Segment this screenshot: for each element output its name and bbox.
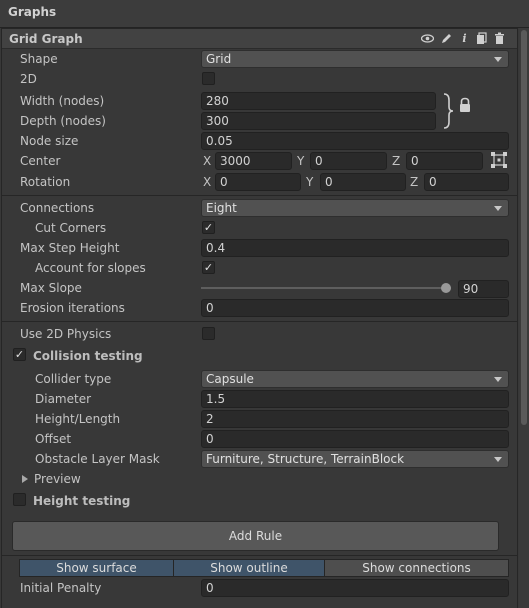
- link-brace-icon: [441, 92, 457, 130]
- two-d-label: 2D: [20, 72, 37, 86]
- center-y-axis-label: Y: [297, 154, 305, 168]
- center-x-axis-label: X: [203, 154, 212, 168]
- max-slope-label: Max Slope: [20, 281, 82, 295]
- show-connections-toggle[interactable]: Show connections: [324, 559, 509, 577]
- connections-label: Connections: [20, 201, 95, 215]
- divider: [2, 555, 517, 556]
- obstacle-mask-label: Obstacle Layer Mask: [35, 452, 160, 466]
- obstacle-mask-value: Furniture, Structure, TerrainBlock: [206, 452, 405, 466]
- collider-type-value: Capsule: [206, 372, 254, 386]
- obstacle-mask-dropdown[interactable]: Furniture, Structure, TerrainBlock: [201, 450, 509, 468]
- max-slope-field[interactable]: 90: [458, 280, 509, 298]
- max-step-height-field[interactable]: 0.4: [201, 239, 509, 257]
- copy-icon[interactable]: [475, 32, 488, 45]
- width-field[interactable]: 280: [201, 92, 436, 110]
- max-slope-slider-knob[interactable]: [441, 283, 451, 293]
- rotation-z-field[interactable]: 0: [424, 173, 509, 191]
- grid-graph-title: Grid Graph: [9, 32, 83, 46]
- add-rule-button[interactable]: Add Rule: [12, 521, 499, 551]
- trash-icon[interactable]: [493, 32, 506, 45]
- node-size-label: Node size: [20, 134, 79, 148]
- node-size-field[interactable]: 0.05: [201, 132, 509, 150]
- initial-penalty-label: Initial Penalty: [20, 581, 102, 595]
- cut-corners-checkbox[interactable]: ✓: [202, 221, 215, 234]
- divider: [2, 195, 517, 196]
- collision-testing-checkbox[interactable]: ✓: [13, 348, 26, 361]
- chevron-down-icon: [494, 457, 502, 462]
- diameter-field[interactable]: 1.5: [201, 390, 509, 408]
- shape-label: Shape: [20, 52, 58, 66]
- show-outline-toggle[interactable]: Show outline: [173, 559, 325, 577]
- center-x-field[interactable]: 3000: [215, 152, 292, 170]
- diameter-label: Diameter: [35, 392, 92, 406]
- rotation-x-field[interactable]: 0: [215, 173, 301, 191]
- height-length-label: Height/Length: [35, 412, 121, 426]
- two-d-checkbox[interactable]: [202, 72, 215, 85]
- rotation-y-axis-label: Y: [306, 175, 314, 189]
- height-length-field[interactable]: 2: [201, 410, 509, 428]
- chevron-down-icon: [494, 57, 502, 62]
- eye-icon[interactable]: [420, 32, 435, 45]
- graphs-title: Graphs: [8, 5, 57, 19]
- erosion-label: Erosion iterations: [20, 301, 125, 315]
- preview-foldout[interactable]: Preview: [34, 470, 81, 488]
- account-slopes-label: Account for slopes: [35, 261, 146, 275]
- collider-type-dropdown[interactable]: Capsule: [201, 370, 509, 388]
- offset-label: Offset: [35, 432, 72, 446]
- rotation-y-field[interactable]: 0: [320, 173, 406, 191]
- collider-type-label: Collider type: [35, 372, 112, 386]
- center-z-field[interactable]: 0: [406, 152, 483, 170]
- use-2d-physics-checkbox[interactable]: [202, 327, 215, 340]
- scrollbar-thumb[interactable]: [521, 30, 527, 425]
- show-surface-toggle[interactable]: Show surface: [19, 559, 174, 577]
- center-label: Center: [20, 154, 61, 168]
- rotation-x-axis-label: X: [203, 175, 212, 189]
- account-slopes-checkbox[interactable]: ✓: [202, 261, 215, 274]
- height-testing-label: Height testing: [33, 494, 131, 508]
- depth-label: Depth (nodes): [20, 114, 106, 128]
- depth-field[interactable]: 300: [201, 112, 436, 130]
- rotation-label: Rotation: [20, 175, 71, 189]
- collision-testing-label: Collision testing: [33, 349, 143, 363]
- connections-dropdown[interactable]: Eight: [201, 199, 509, 217]
- max-slope-slider-track[interactable]: [201, 287, 451, 289]
- initial-penalty-field[interactable]: 0: [201, 579, 509, 597]
- snap-icon[interactable]: [490, 151, 508, 169]
- pencil-icon[interactable]: [440, 32, 453, 45]
- max-step-height-label: Max Step Height: [20, 241, 120, 255]
- height-testing-checkbox[interactable]: [13, 493, 26, 506]
- divider: [2, 321, 517, 322]
- chevron-down-icon: [494, 377, 502, 382]
- chevron-down-icon: [494, 206, 502, 211]
- center-z-axis-label: Z: [392, 154, 401, 168]
- rotation-z-axis-label: Z: [410, 175, 419, 189]
- offset-field[interactable]: 0: [201, 430, 509, 448]
- width-label: Width (nodes): [20, 94, 105, 108]
- shape-value: Grid: [206, 52, 232, 66]
- graphs-header: [0, 0, 529, 28]
- connections-value: Eight: [206, 201, 237, 215]
- shape-dropdown[interactable]: Grid: [201, 50, 509, 68]
- erosion-field[interactable]: 0: [201, 299, 509, 317]
- info-icon[interactable]: i: [458, 32, 471, 45]
- cut-corners-label: Cut Corners: [35, 221, 107, 235]
- chevron-right-icon[interactable]: [22, 475, 28, 483]
- use-2d-physics-label: Use 2D Physics: [20, 327, 112, 341]
- center-y-field[interactable]: 0: [310, 152, 387, 170]
- lock-icon[interactable]: [458, 97, 472, 113]
